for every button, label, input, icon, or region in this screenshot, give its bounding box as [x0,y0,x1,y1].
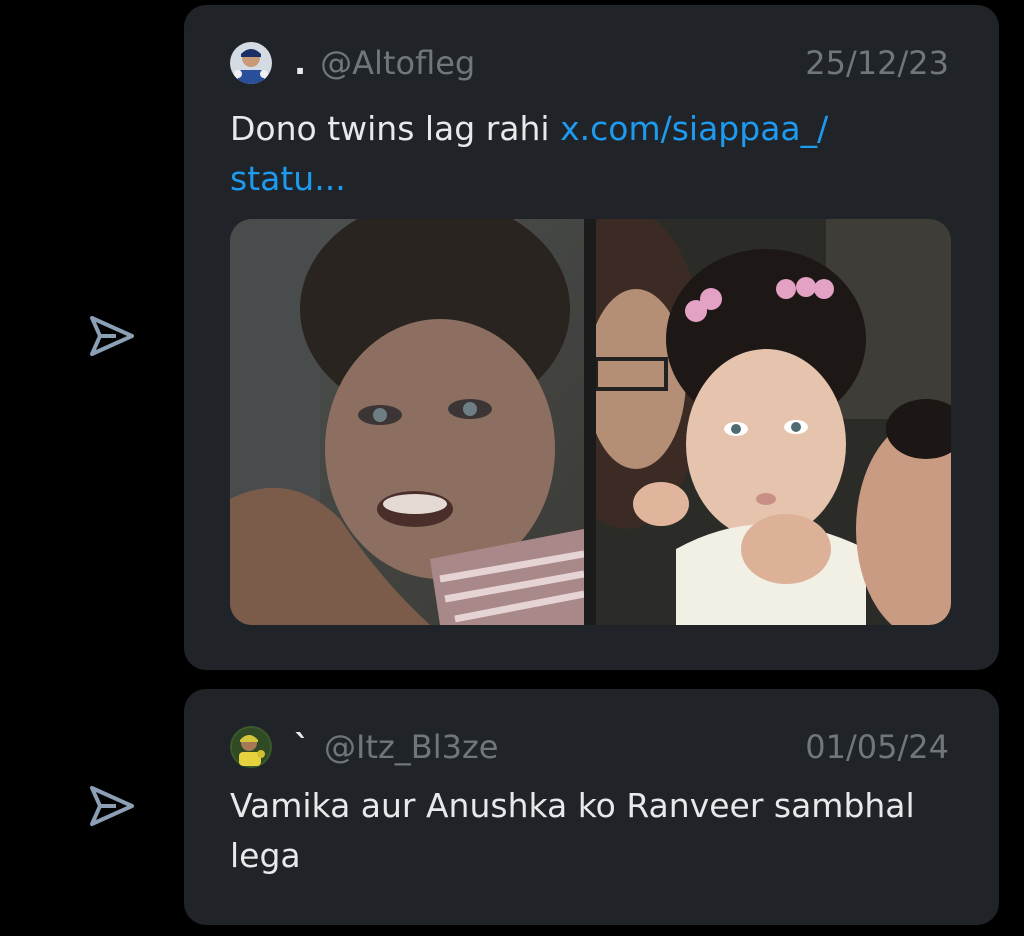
display-name: ` [294,728,310,766]
baby-photo-right[interactable] [596,219,951,625]
tweet-header: . @Altofleg 25/12/23 [230,39,949,87]
cricket-avatar-icon[interactable] [230,42,272,84]
tweet-text: Dono twins lag rahi x.com/siappaa_/ stat… [230,104,949,204]
tweet-text: Vamika aur Anushka ko Ranveer sambhal le… [230,786,915,875]
quoted-tweet-card[interactable]: ` @Itz_Bl3ze 01/05/24 Vamika aur Anushka… [184,689,999,925]
tweet-media[interactable] [230,219,951,625]
media-divider [584,219,596,625]
cricket-avatar-icon[interactable] [230,726,272,768]
dm-thread: . @Altofleg 25/12/23 Dono twins lag rahi… [0,0,1024,936]
send-icon[interactable] [86,312,138,360]
tweet-date: 01/05/24 [805,728,949,766]
baby-photo-left[interactable] [230,219,584,625]
user-handle[interactable]: @Altofleg [320,44,475,82]
tweet-header: ` @Itz_Bl3ze 01/05/24 [230,723,949,771]
user-handle[interactable]: @Itz_Bl3ze [324,728,498,766]
send-icon[interactable] [86,782,138,830]
quoted-tweet-card[interactable]: . @Altofleg 25/12/23 Dono twins lag rahi… [184,5,999,670]
display-name: . [294,44,307,82]
tweet-body: Dono twins lag rahi [230,109,561,148]
tweet-date: 25/12/23 [805,44,949,82]
